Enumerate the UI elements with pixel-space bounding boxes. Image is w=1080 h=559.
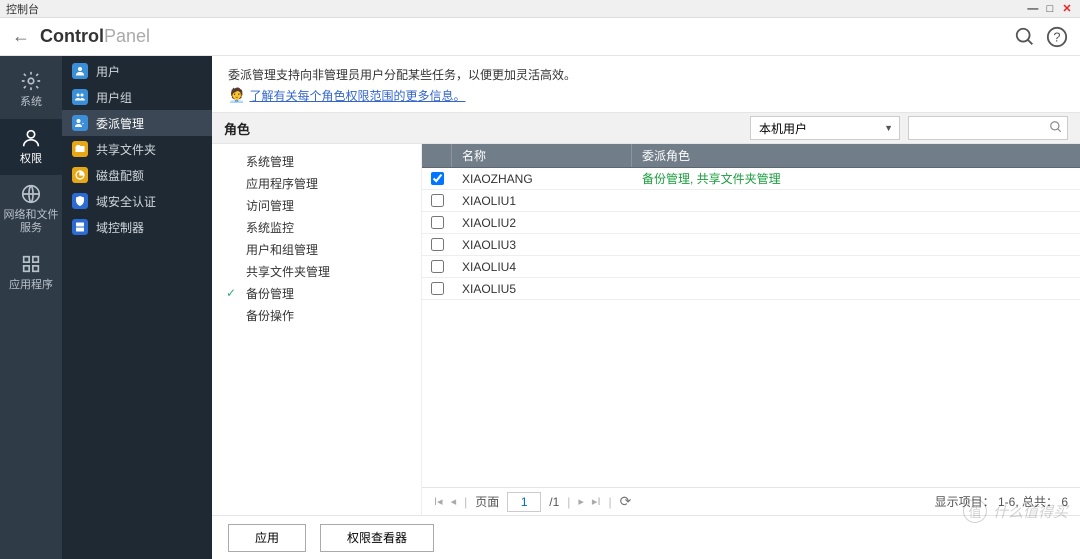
nav2-label: 用户 [96,63,120,80]
cell-name: XIAOLIU4 [452,260,632,274]
search-field-icon[interactable] [1049,120,1063,137]
row-checkbox[interactable] [431,172,444,185]
svg-text:?: ? [1053,29,1060,44]
nav2-item-quota[interactable]: 磁盘配额 [62,162,212,188]
table-row[interactable]: XIAOLIU3 [422,234,1080,256]
cell-name: XIAOLIU1 [452,194,632,208]
role-item[interactable]: 备份操作 [212,304,421,326]
rail-item-network[interactable]: 网络和文件服务 [0,175,62,244]
table-row[interactable]: XIAOLIU2 [422,212,1080,234]
domaincontroller-icon [72,219,88,235]
pager-status: 显示项目： 1-6, 总共： 6 [935,493,1068,510]
nav2-item-delegation[interactable]: 委派管理 [62,110,212,136]
refresh-icon[interactable]: ⟳ [620,493,632,510]
nav2-label: 域安全认证 [96,193,156,210]
nav2-item-domainsec[interactable]: 域安全认证 [62,188,212,214]
cell-role: 备份管理, 共享文件夹管理 [632,170,1080,187]
search-input[interactable] [908,116,1068,140]
role-item[interactable]: 系统管理 [212,150,421,172]
user-scope-select[interactable]: 本机用户 [750,116,900,140]
role-item[interactable]: 共享文件夹管理 [212,260,421,282]
table-row[interactable]: XIAOLIU4 [422,256,1080,278]
window-controls: — □ ✕ [1026,2,1074,15]
os-title: 控制台 [6,1,39,17]
nav2-label: 域控制器 [96,219,144,236]
nav2-item-shared[interactable]: 共享文件夹 [62,136,212,162]
pager-page-input[interactable] [507,492,541,512]
cell-name: XIAOZHANG [452,172,632,186]
table-row[interactable]: XIAOLIU1 [422,190,1080,212]
nav2-item-usergroups[interactable]: 用户组 [62,84,212,110]
permission-viewer-button[interactable]: 权限查看器 [320,524,434,552]
table-row[interactable]: XIAOZHANG备份管理, 共享文件夹管理 [422,168,1080,190]
row-checkbox[interactable] [431,282,444,295]
table-row[interactable]: XIAOLIU5 [422,278,1080,300]
nav2-item-domaincontroller[interactable]: 域控制器 [62,214,212,240]
nav2-label: 用户组 [96,89,132,106]
pager-next-icon[interactable]: ▸ [578,495,584,508]
maximize-icon[interactable]: □ [1043,3,1057,15]
section-title: 角色 [224,119,250,138]
domainsec-icon [72,193,88,209]
nav2-item-users[interactable]: 用户 [62,58,212,84]
minimize-icon[interactable]: — [1026,3,1040,15]
role-item[interactable]: 访问管理 [212,194,421,216]
nav2-label: 磁盘配额 [96,167,144,184]
cell-name: XIAOLIU2 [452,216,632,230]
nav2-label: 共享文件夹 [96,141,156,158]
cell-name: XIAOLIU3 [452,238,632,252]
row-checkbox[interactable] [431,260,444,273]
role-item[interactable]: ✓备份管理 [212,282,421,304]
role-item[interactable]: 系统监控 [212,216,421,238]
usergroups-icon [72,89,88,105]
role-item[interactable]: 用户和组管理 [212,238,421,260]
quota-icon [72,167,88,183]
pager: I◂ ◂ | 页面 /1 | ▸ ▸I | ⟳ 显示项目： 1-6, 总共： 6 [422,487,1080,515]
apply-button[interactable]: 应用 [228,524,306,552]
rail-item-system[interactable]: 系统 [0,62,62,119]
nav2-label: 委派管理 [96,115,144,132]
pager-first-icon[interactable]: I◂ [434,495,443,508]
role-item[interactable]: 应用程序管理 [212,172,421,194]
row-checkbox[interactable] [431,216,444,229]
back-icon[interactable]: ← [12,26,30,47]
cell-name: XIAOLIU5 [452,282,632,296]
rail-item-apps[interactable]: 应用程序 [0,245,62,302]
help-icon[interactable]: ? [1046,26,1068,48]
learn-more-link[interactable]: 了解有关每个角色权限范围的更多信息。 [249,87,465,104]
shared-icon [72,141,88,157]
close-icon[interactable]: ✕ [1060,2,1074,15]
info-icon: 🧑‍💼 [228,87,245,104]
row-checkbox[interactable] [431,238,444,251]
row-checkbox[interactable] [431,194,444,207]
delegation-icon [72,115,88,131]
users-icon [72,63,88,79]
search-icon[interactable] [1014,26,1036,48]
pager-prev-icon[interactable]: ◂ [451,495,457,508]
pager-last-icon[interactable]: ▸I [592,495,601,508]
table-header: 名称 委派角色 [422,144,1080,168]
description-text: 委派管理支持向非管理员用户分配某些任务，以便更加灵活高效。 [212,56,1080,87]
check-icon: ✓ [226,286,236,300]
app-title: ControlPanel [40,26,150,47]
rail-item-privilege[interactable]: 权限 [0,119,62,176]
